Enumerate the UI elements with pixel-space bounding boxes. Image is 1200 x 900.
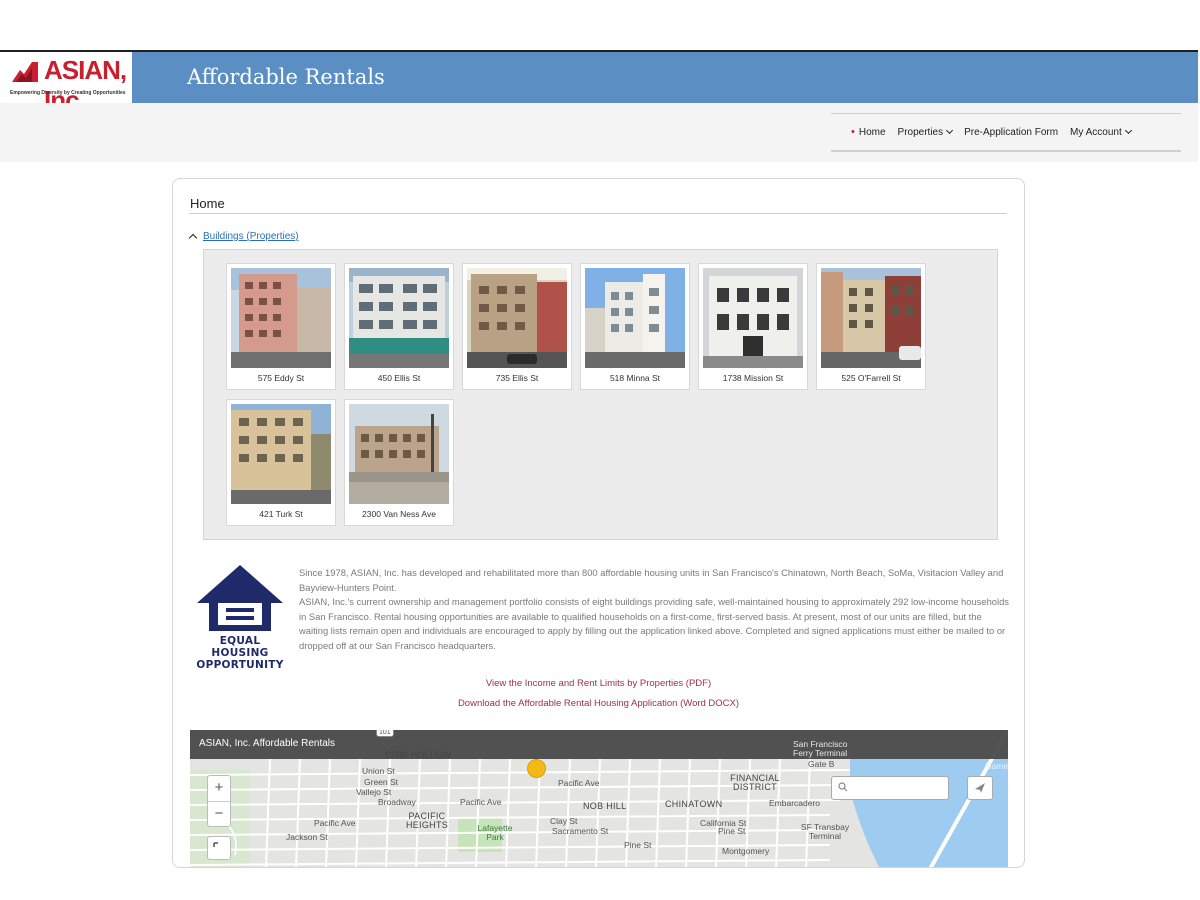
equal-housing-text: EQUAL HOUSING OPPORTUNITY (191, 635, 289, 671)
nav-home-label: Home (858, 127, 886, 138)
expand-icon (213, 842, 218, 847)
nav-properties[interactable]: Properties (897, 126, 954, 138)
map-zoom-control: + − (207, 775, 231, 827)
map-label: PACIFIC HEIGHTS (405, 811, 449, 830)
locate-arrow-icon (975, 783, 985, 793)
application-download-link[interactable]: Download the Affordable Rental Housing A… (173, 698, 1024, 709)
map-label: Pine St (624, 840, 652, 850)
site-title: Affordable Rentals (187, 65, 385, 89)
equal-housing-line1: EQUAL HOUSING (211, 635, 269, 659)
content-card: Home Buildings (Properties) 575 Eddy St (172, 178, 1025, 868)
active-dot-icon: • (851, 126, 855, 138)
map-label: Pine St (718, 826, 746, 836)
building-photo-735-ellis (467, 268, 567, 368)
property-card[interactable]: 450 Ellis St (344, 263, 454, 390)
nav-pre-application-label: Pre-Application Form (964, 126, 1059, 138)
map-label: Pacific Ave (314, 818, 356, 828)
zoom-out-button[interactable]: − (208, 802, 230, 828)
property-name: 518 Minna St (609, 373, 661, 383)
property-card[interactable]: 735 Ellis St (462, 263, 572, 390)
property-card[interactable]: 518 Minna St (580, 263, 690, 390)
map-title: ASIAN, Inc. Affordable Rentals (199, 738, 336, 749)
building-photo-450-ellis (349, 268, 449, 368)
about-text: Since 1978, ASIAN, Inc. has developed an… (299, 566, 1011, 653)
property-name: 1738 Mission St (722, 373, 784, 383)
map-label: SF Transbay Terminal (800, 822, 850, 841)
property-name: 735 Ellis St (495, 373, 539, 383)
title-divider (189, 213, 1007, 214)
map-label: Green St (364, 777, 399, 787)
property-card[interactable]: 525 O'Farrell St (816, 263, 926, 390)
map-label: Gate B (808, 759, 835, 769)
map-label: CHINATOWN (665, 799, 723, 809)
map-label: NOB HILL (583, 801, 627, 811)
map-label: COW HOLLOW (385, 750, 452, 760)
property-name: 575 Eddy St (257, 373, 305, 383)
map-label: Vallejo St (356, 787, 392, 797)
building-photo-575-eddy (231, 268, 331, 368)
about-paragraph: ASIAN, Inc.'s current ownership and mana… (299, 596, 1009, 651)
map-header: ASIAN, Inc. Affordable Rentals (190, 730, 1008, 759)
property-name: 2300 Van Ness Ave (362, 509, 436, 519)
chevron-up-icon (188, 233, 198, 243)
map-label: FINANCIAL DISTRICT (730, 773, 780, 792)
map-label: Embarcadero (769, 798, 821, 808)
map-search-input[interactable] (831, 776, 949, 800)
map-marker[interactable] (527, 759, 546, 778)
map-label: Pacific Ave (460, 797, 502, 807)
zoom-in-button[interactable]: + (208, 776, 230, 802)
property-name: 450 Ellis St (377, 373, 421, 383)
nav-home[interactable]: • Home (851, 126, 886, 138)
chevron-down-icon (946, 126, 954, 134)
logo-mark-icon (12, 62, 38, 82)
equal-housing-house-icon (197, 565, 283, 631)
income-limits-link[interactable]: View the Income and Rent Limits by Prope… (173, 678, 1024, 689)
building-photo-1738-mission (703, 268, 803, 368)
site-header: ASIAN, Inc. Empowering Diversity by Crea… (0, 50, 1198, 115)
chevron-down-icon (1124, 126, 1132, 134)
building-photo-525-ofarrell (821, 268, 921, 368)
logo-tagline: Empowering Diversity by Creating Opportu… (10, 90, 126, 96)
map-label: Montgomery (722, 846, 770, 856)
property-name: 421 Turk St (259, 509, 303, 519)
page-title: Home (190, 196, 225, 211)
search-icon (838, 782, 848, 792)
map-label: Lafayette Park (477, 823, 513, 842)
main-nav: • Home Properties Pre-Application Form My… (831, 113, 1181, 152)
nav-properties-label: Properties (897, 126, 944, 138)
highway-shield-icon: 101 (376, 730, 394, 737)
building-photo-518-minna (585, 268, 685, 368)
equal-housing-logo: EQUAL HOUSING OPPORTUNITY (191, 563, 289, 671)
building-photo-2300-van-ness (349, 404, 449, 504)
about-paragraph: Since 1978, ASIAN, Inc. has developed an… (299, 567, 1004, 593)
map-expand-button[interactable] (207, 836, 231, 860)
map-label: Alame (984, 761, 1008, 771)
property-card[interactable]: 575 Eddy St (226, 263, 336, 390)
map-label: Clay St (550, 816, 578, 826)
buildings-toggle-label: Buildings (Properties) (203, 231, 299, 242)
equal-housing-line2: OPPORTUNITY (196, 659, 284, 671)
map-label: San Francisco Ferry Terminal (793, 739, 848, 758)
map-label: Union St (362, 766, 395, 776)
building-photo-421-turk (231, 404, 331, 504)
logo[interactable]: ASIAN, Inc. Empowering Diversity by Crea… (0, 52, 132, 115)
map-label: Sacramento St (552, 826, 609, 836)
property-card[interactable]: 1738 Mission St (698, 263, 808, 390)
buildings-toggle[interactable]: Buildings (Properties) (188, 231, 299, 243)
nav-band: • Home Properties Pre-Application Form My… (0, 103, 1198, 162)
nav-my-account[interactable]: My Account (1070, 126, 1132, 138)
nav-pre-application[interactable]: Pre-Application Form (964, 127, 1058, 138)
property-name: 525 O'Farrell St (841, 373, 901, 383)
map-locate-button[interactable] (967, 776, 993, 800)
nav-my-account-label: My Account (1070, 126, 1122, 138)
map-label: Broadway (378, 797, 416, 807)
property-card[interactable]: 421 Turk St (226, 399, 336, 526)
properties-panel: 575 Eddy St 450 Ellis St 735 Ellis St 51… (203, 249, 998, 540)
properties-map[interactable]: ASIAN, Inc. Affordable Rentals COW HOLLO… (190, 730, 1008, 867)
property-card[interactable]: 2300 Van Ness Ave (344, 399, 454, 526)
map-label: Pacific Ave (558, 778, 600, 788)
map-label: Jackson St (286, 832, 328, 842)
